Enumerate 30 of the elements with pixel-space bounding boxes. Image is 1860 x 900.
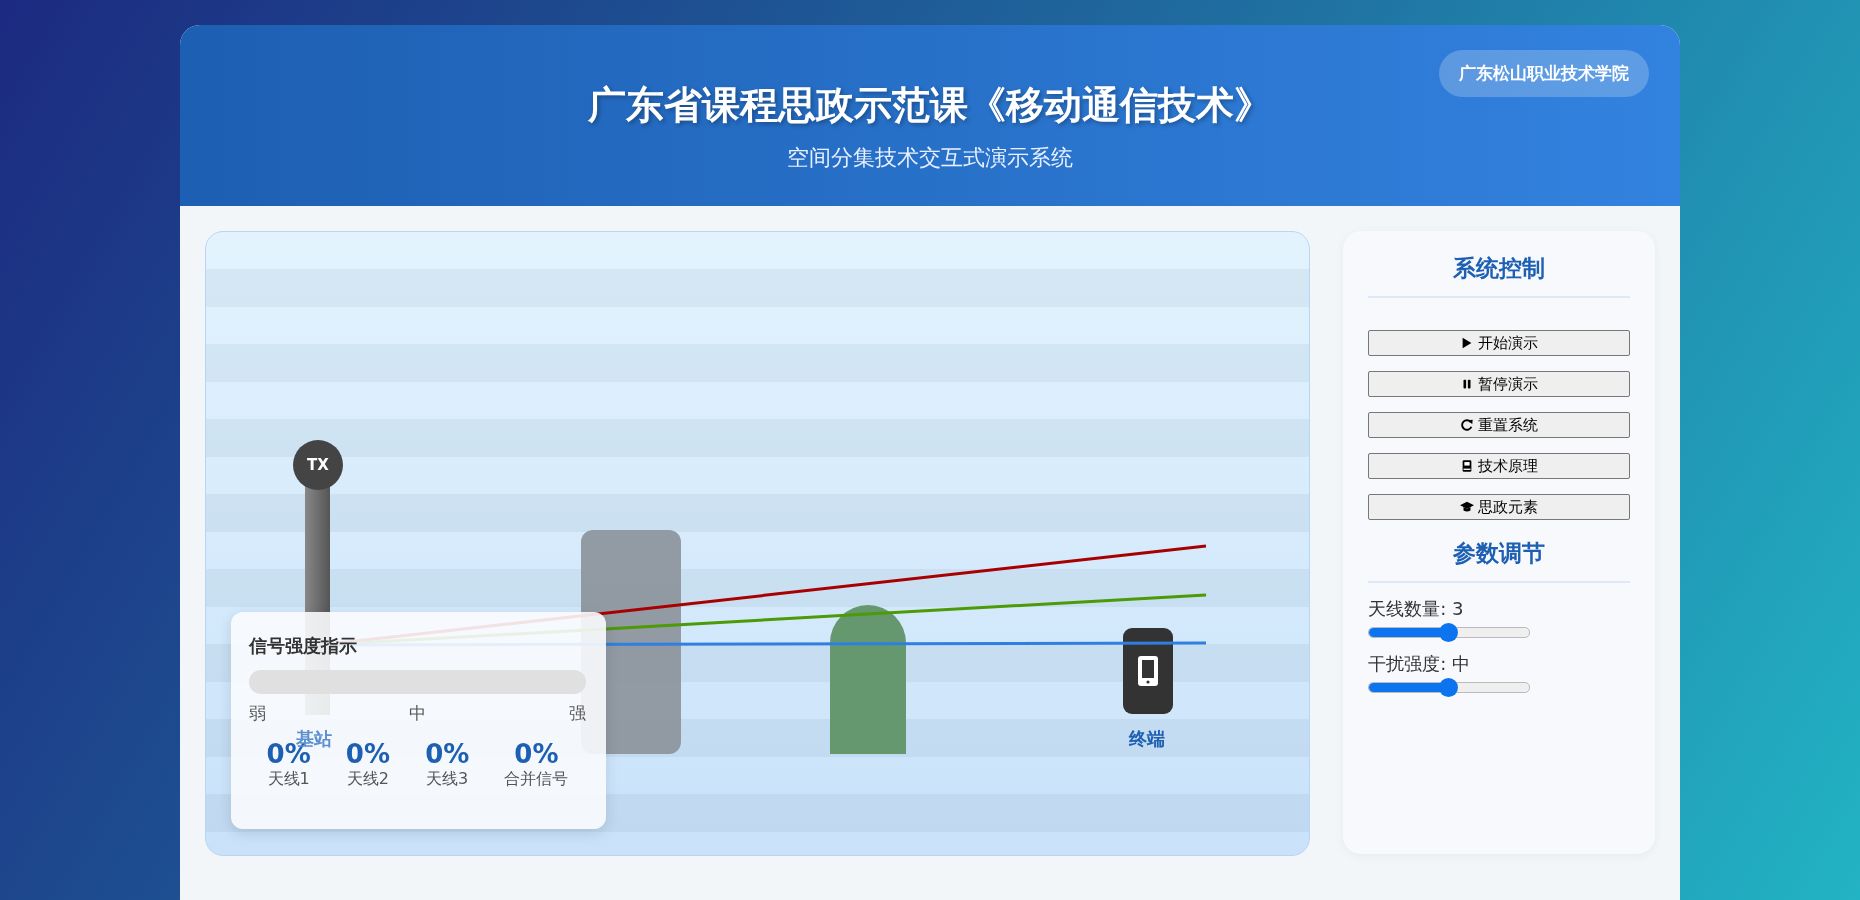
page-title: 广东省课程思政示范课《移动通信技术》 xyxy=(587,82,1273,129)
transmitter-node: TX xyxy=(293,440,343,490)
stat-value: 0% xyxy=(345,739,390,769)
page-subtitle: 空间分集技术交互式演示系统 xyxy=(786,144,1074,172)
redo-icon xyxy=(1460,418,1475,432)
slider-label: 天线数量: 3 xyxy=(1368,597,1465,621)
slider-thumb[interactable] xyxy=(1439,678,1459,697)
signal-title: 信号强度指示 xyxy=(249,634,358,658)
scale-label: 强 xyxy=(569,702,586,725)
graduation-cap-icon xyxy=(1460,500,1475,514)
school-badge: 广东松山职业技术学院 xyxy=(1439,50,1649,97)
scale-label: 弱 xyxy=(249,702,266,725)
slider-label: 干扰强度: 中 xyxy=(1368,652,1471,676)
terminal-label: 终端 xyxy=(1129,727,1165,751)
stat-label: 天线3 xyxy=(425,769,470,790)
stat-value: 0% xyxy=(425,739,470,769)
slider-thumb[interactable] xyxy=(1439,623,1459,642)
stat-label: 天线2 xyxy=(345,769,390,790)
control-button[interactable]: 技术原理 xyxy=(1368,453,1630,479)
scale-label: 中 xyxy=(409,702,426,725)
control-button[interactable]: 开始演示 xyxy=(1368,330,1630,356)
section-title: 系统控制 xyxy=(1368,253,1630,298)
phone-icon xyxy=(1137,655,1159,687)
control-button[interactable]: 暂停演示 xyxy=(1368,371,1630,397)
stat-label: 天线1 xyxy=(266,769,311,790)
control-button[interactable]: 思政元素 xyxy=(1368,494,1630,520)
control-button[interactable]: 重置系统 xyxy=(1368,412,1630,438)
stat-label: 合并信号 xyxy=(504,769,569,790)
stat-value: 0% xyxy=(513,739,560,769)
section-title: 参数调节 xyxy=(1368,538,1630,583)
